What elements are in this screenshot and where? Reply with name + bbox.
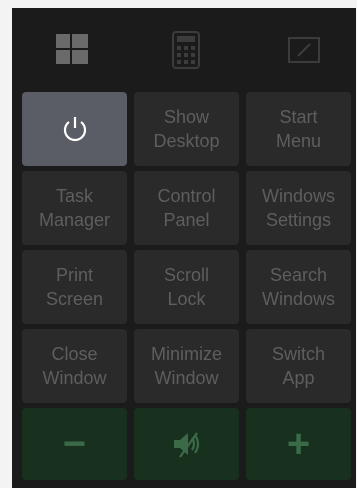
task-manager-label: Task Manager [38,186,111,230]
search-windows-label: Search Windows [261,265,336,309]
mute-button[interactable] [134,408,239,480]
close-window-label: Close Window [42,344,107,388]
control-panel-label: Control Panel [157,186,216,230]
power-button[interactable] [22,92,127,166]
switch-app-label: Switch App [271,344,325,388]
windows-settings-button[interactable]: Windows Settings [246,171,351,245]
tab-calculator[interactable] [166,30,206,70]
show-desktop-label: Show Desktop [153,107,220,151]
minimize-window-label: Minimize Window [150,344,222,388]
power-icon [63,117,86,142]
volume-up-label: + [286,422,311,466]
tab-bar [12,8,356,88]
task-manager-button[interactable]: Task Manager [22,171,127,245]
search-windows-button[interactable]: Search Windows [246,250,351,324]
volume-down-label: − [62,422,87,466]
tablet-edit-icon [288,37,320,63]
shortcut-panel: Show Desktop Start Menu Task Manager Con… [12,8,356,488]
minimize-window-button[interactable]: Minimize Window [134,329,239,403]
volume-up-button[interactable]: + [246,408,351,480]
tab-tablet[interactable] [284,30,324,70]
print-screen-button[interactable]: Print Screen [22,250,127,324]
windows-settings-label: Windows Settings [261,186,336,230]
windows-logo-icon [56,34,88,64]
start-menu-label: Start Menu [275,107,322,151]
scroll-lock-label: Scroll Lock [163,265,209,309]
calculator-icon [172,31,200,69]
volume-down-button[interactable]: − [22,408,127,480]
speaker-mute-icon [173,432,199,458]
scroll-lock-button[interactable]: Scroll Lock [134,250,239,324]
switch-app-button[interactable]: Switch App [246,329,351,403]
show-desktop-button[interactable]: Show Desktop [134,92,239,166]
print-screen-label: Print Screen [45,265,104,309]
control-panel-button[interactable]: Control Panel [134,171,239,245]
close-window-button[interactable]: Close Window [22,329,127,403]
tab-windows[interactable] [52,30,92,70]
start-menu-button[interactable]: Start Menu [246,92,351,166]
